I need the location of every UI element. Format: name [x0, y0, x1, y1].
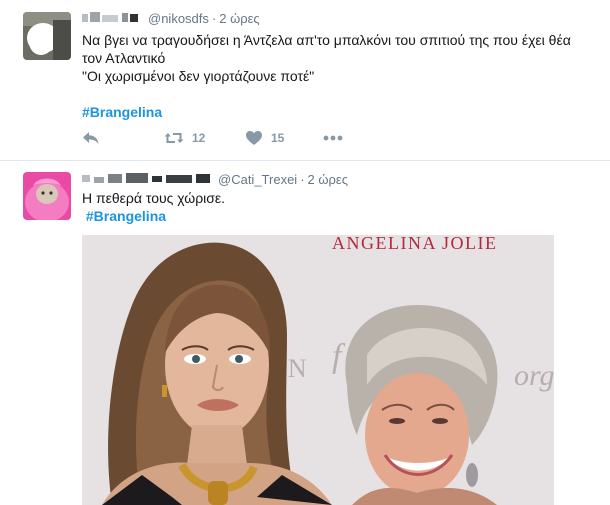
hashtag-link[interactable]: #Brangelina	[86, 208, 166, 224]
tweet[interactable]: @nikosdfs · 2 ώρες Να βγει να τραγουδήσει …	[0, 0, 610, 161]
avatar[interactable]	[23, 12, 71, 60]
tweet-text: Η πεθερά τους χώρισε. #Brangelina	[82, 189, 582, 225]
display-name[interactable]	[82, 11, 148, 26]
tweet-text-line: Η πεθερά τους χώρισε.	[82, 190, 226, 206]
tweet-header: @Cati_Trexei · 2 ώρες	[82, 172, 348, 187]
avatar[interactable]	[23, 172, 71, 220]
hashtag-link[interactable]: #Brangelina	[82, 104, 162, 120]
retweet-icon	[164, 133, 184, 143]
timeline: @nikosdfs · 2 ώρες Να βγει να τραγουδήσει …	[0, 0, 610, 505]
retweet-count: 12	[192, 131, 206, 145]
timestamp[interactable]: 2 ώρες	[308, 172, 348, 187]
display-name[interactable]	[82, 172, 218, 187]
retweet-button[interactable]: 12	[164, 129, 205, 147]
more-button[interactable]	[323, 129, 343, 147]
heart-icon	[246, 131, 262, 145]
tweet-text-line: "Οι χωρισμένοι δεν γιορτάζουνε ποτέ"	[82, 68, 315, 84]
user-handle[interactable]: @nikosdfs	[148, 11, 209, 26]
reply-icon	[83, 132, 99, 144]
like-count: 15	[271, 131, 285, 145]
tweet-text-line: τον Ατλαντικό	[82, 50, 166, 66]
tweet-header: @nikosdfs · 2 ώρες	[82, 11, 260, 26]
tweet[interactable]: @Cati_Trexei · 2 ώρες Η πεθερά τους χώρισε…	[0, 161, 610, 505]
timestamp[interactable]: 2 ώρες	[219, 11, 259, 26]
tweet-text: Να βγει να τραγουδήσει η Άντζελα απ'το μ…	[82, 31, 582, 121]
user-handle[interactable]: @Cati_Trexei	[218, 172, 297, 187]
separator-dot: ·	[300, 172, 305, 187]
like-button[interactable]: 15	[245, 129, 284, 147]
more-dots-icon	[323, 135, 343, 141]
reply-button[interactable]	[82, 129, 100, 147]
tweet-photo[interactable]: ANGELINA JOLIE EN f org	[82, 235, 554, 505]
backdrop-text-fragment: org	[514, 359, 554, 392]
separator-dot: ·	[211, 11, 217, 26]
backdrop-title: ANGELINA JOLIE	[332, 235, 497, 253]
tweet-text-line: Να βγει να τραγουδήσει η Άντζελα απ'το μ…	[82, 32, 571, 48]
